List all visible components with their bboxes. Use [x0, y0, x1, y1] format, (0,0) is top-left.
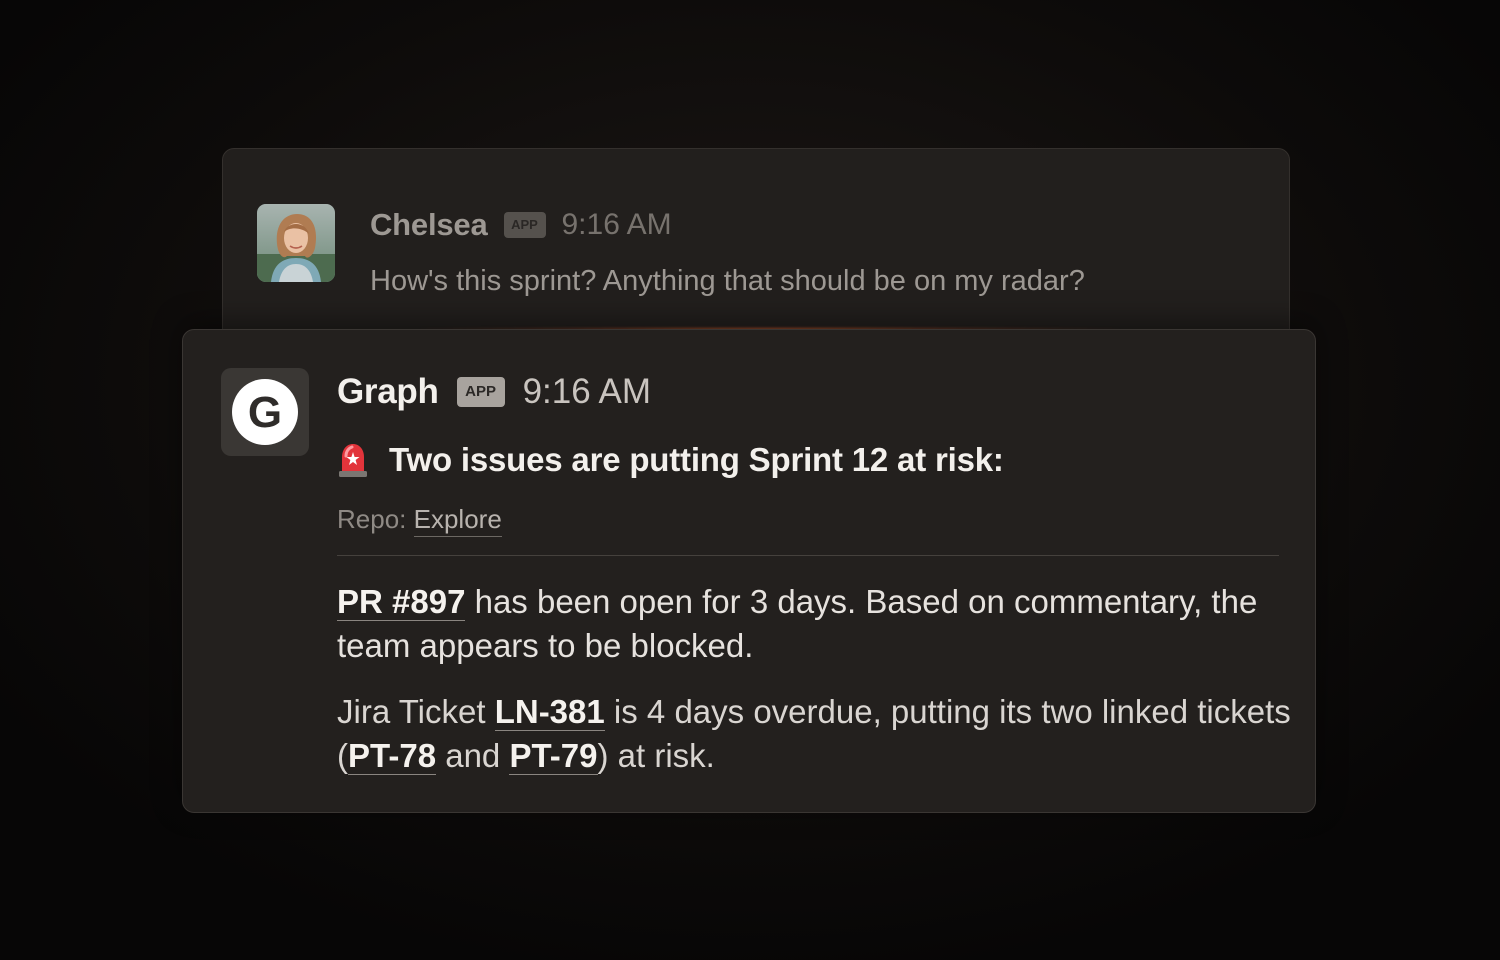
divider: [337, 555, 1279, 556]
headline-text: Two issues are putting Sprint 12 at risk…: [389, 441, 1004, 478]
message-text: How's this sprint? Anything that should …: [370, 265, 1085, 297]
message-card-graph: G Graph APP 9:16 AM Two issues are putti…: [182, 329, 1316, 813]
jira-suffix: ) at risk.: [597, 737, 715, 774]
repo-label: Repo:: [337, 504, 407, 534]
message-header: Graph APP 9:16 AM: [337, 370, 651, 414]
siren-icon: [339, 444, 367, 477]
issue-jira: Jira Ticket LN-381 is 4 days overdue, pu…: [337, 690, 1297, 778]
repo-line: Repo: Explore: [337, 504, 502, 537]
ticket-link-pt78[interactable]: PT-78: [348, 737, 437, 775]
timestamp[interactable]: 9:16 AM: [523, 372, 651, 412]
avatar[interactable]: [257, 204, 335, 282]
pr-link[interactable]: PR #897: [337, 583, 466, 621]
ticket-link-ln381[interactable]: LN-381: [494, 693, 605, 731]
author-name[interactable]: Chelsea: [370, 207, 488, 243]
logo-letter: G: [248, 388, 282, 437]
graph-logo-glyph: G: [232, 379, 298, 445]
app-badge: APP: [503, 212, 546, 238]
user-avatar-photo: [257, 204, 335, 282]
pr-text: has been open for 3 days. Based on comme…: [337, 583, 1258, 664]
issue-pr: PR #897 has been open for 3 days. Based …: [337, 580, 1297, 668]
app-badge: APP: [456, 377, 505, 407]
jira-and: and: [436, 737, 510, 774]
graph-logo-icon[interactable]: G: [221, 368, 309, 456]
timestamp[interactable]: 9:16 AM: [562, 208, 672, 242]
alert-headline: Two issues are putting Sprint 12 at risk…: [337, 436, 1004, 484]
jira-prefix: Jira Ticket: [337, 693, 495, 730]
message-card-chelsea: Chelsea APP 9:16 AM How's this sprint? A…: [222, 148, 1290, 348]
ticket-link-pt79[interactable]: PT-79: [509, 737, 598, 775]
message-header: Chelsea APP 9:16 AM: [370, 205, 672, 245]
author-name[interactable]: Graph: [337, 372, 439, 412]
repo-link[interactable]: Explore: [413, 504, 502, 537]
